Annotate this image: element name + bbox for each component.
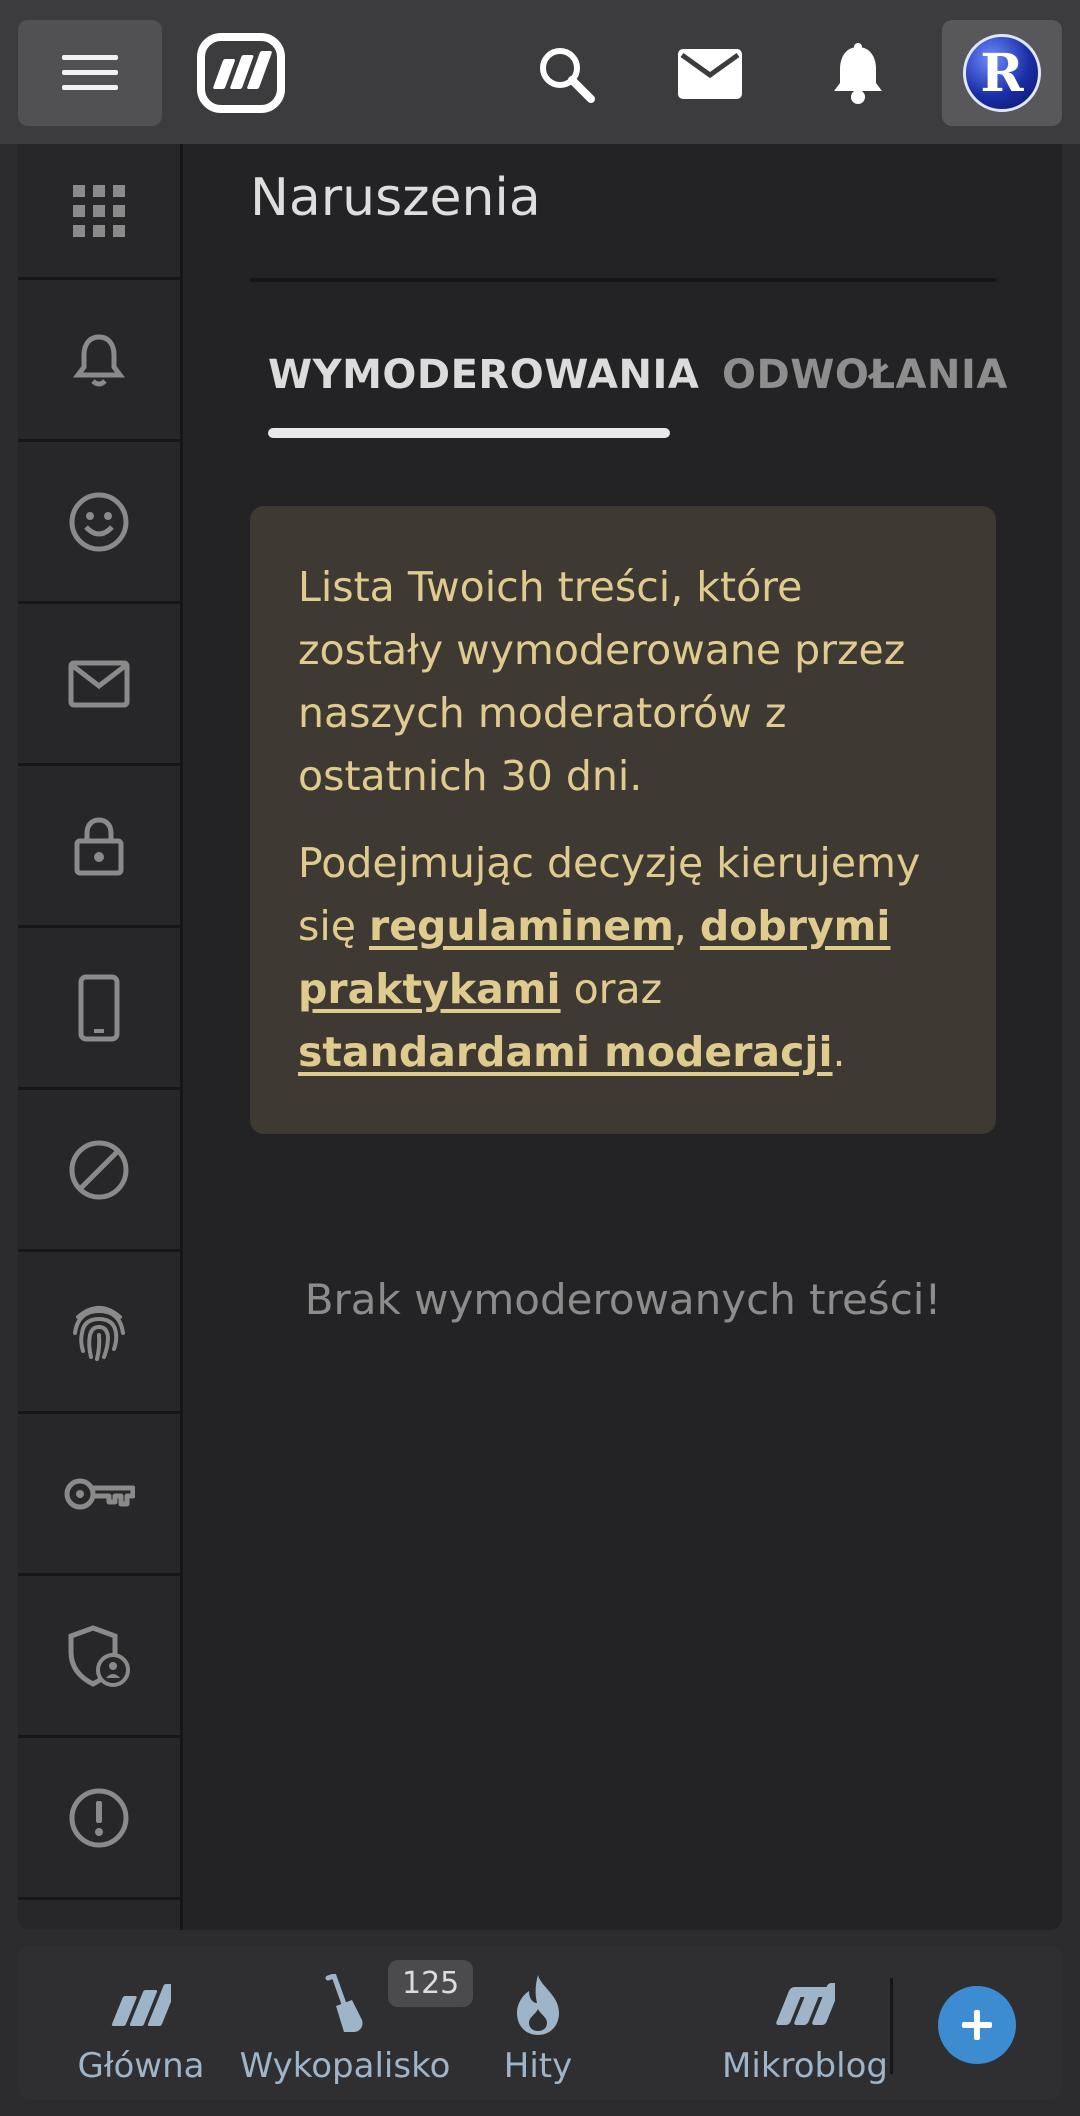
avatar: R [963,34,1041,112]
sidebar-item-messages[interactable] [18,604,180,766]
nav-divider [890,1978,893,2074]
nav-mikroblog[interactable]: Mikroblog [690,1946,920,2100]
user-avatar-button[interactable]: R [942,20,1062,126]
lock-icon [74,816,124,875]
smiley-icon [69,492,129,551]
messages-button[interactable] [670,34,750,114]
mikroblog-icon [776,1983,835,2025]
top-bar: R [0,0,1080,144]
empty-state-message: Brak wymoderowanych treści! [304,1275,942,1324]
info-notice: Lista Twoich treści, które zostały wymod… [250,506,996,1134]
regulamin-link[interactable]: regulaminem [369,902,674,950]
sidebar-item-profile[interactable] [18,442,180,604]
key-icon [64,1478,135,1509]
nav-wykopalisko-label: Wykopalisko [239,2046,451,2086]
moderation-standards-link[interactable]: standardami moderacji [298,1028,833,1076]
phone-icon [78,974,120,1041]
nav-home-label: Główna [77,2046,205,2086]
nav-wykopalisko[interactable]: Wykopalisko 125 [239,1946,474,2100]
nav-hits-label: Hity [503,2046,573,2086]
page-title: Naruszenia [250,168,541,228]
shield-user-icon [68,1624,130,1687]
notice-paragraph-2: Podejmując decyzję kierujemy się regulam… [298,832,948,1084]
mail-icon [68,660,130,707]
tab-appeals[interactable]: ODWOŁANIA [722,352,1008,398]
hamburger-icon [62,55,118,90]
sidebar-item-blocked[interactable] [18,1090,180,1252]
fingerprint-icon [73,1305,125,1361]
mail-icon [678,49,742,99]
menu-button[interactable] [18,20,162,126]
wykop-home-icon [111,1984,171,2026]
search-button[interactable] [526,34,606,114]
sidebar-item-privacy[interactable] [18,766,180,928]
plus-icon [962,2010,992,2040]
notice-separator: oraz [560,965,663,1013]
nav-home[interactable]: Główna [56,1946,226,2100]
main-panel: Naruszenia WYMODEROWANIA ODWOŁANIA Lista… [18,144,1062,1930]
nav-mikroblog-label: Mikroblog [722,2046,888,2086]
sidebar-item-violations[interactable] [18,1738,180,1900]
sidebar-item-notifications[interactable] [18,280,180,442]
apps-grid-icon [73,184,125,237]
notice-paragraph-1: Lista Twoich treści, które zostały wymod… [298,563,906,800]
sidebar-item-devices[interactable] [18,928,180,1090]
alert-circle-icon [69,1788,129,1847]
bell-icon [73,333,125,386]
block-icon [69,1140,129,1199]
wykopalisko-count-badge: 125 [388,1960,474,2007]
sidebar-item-apps[interactable] [18,144,180,280]
wykop-logo[interactable] [196,32,286,114]
notice-end: . [832,1028,846,1076]
title-divider [250,278,996,282]
nav-hits[interactable]: Hity [478,1946,598,2100]
avatar-letter: R [980,42,1024,104]
sidebar-item-moderation[interactable] [18,1576,180,1738]
notice-separator: , [673,902,700,950]
flame-icon [517,1975,559,2035]
active-tab-indicator [268,428,670,438]
tab-moderations[interactable]: WYMODEROWANIA [268,352,699,398]
bottom-nav: Główna Wykopalisko 125 Hity Mikroblog [18,1946,1062,2100]
search-icon [540,48,595,103]
shovel-icon [325,1974,363,2032]
add-content-button[interactable] [938,1986,1016,2064]
sidebar-item-api-keys[interactable] [18,1414,180,1576]
settings-sidebar [18,144,183,1930]
wykop-logo-icon [197,33,285,113]
notifications-button[interactable] [818,34,898,114]
sidebar-item-security[interactable] [18,1252,180,1414]
bell-icon [834,43,882,104]
